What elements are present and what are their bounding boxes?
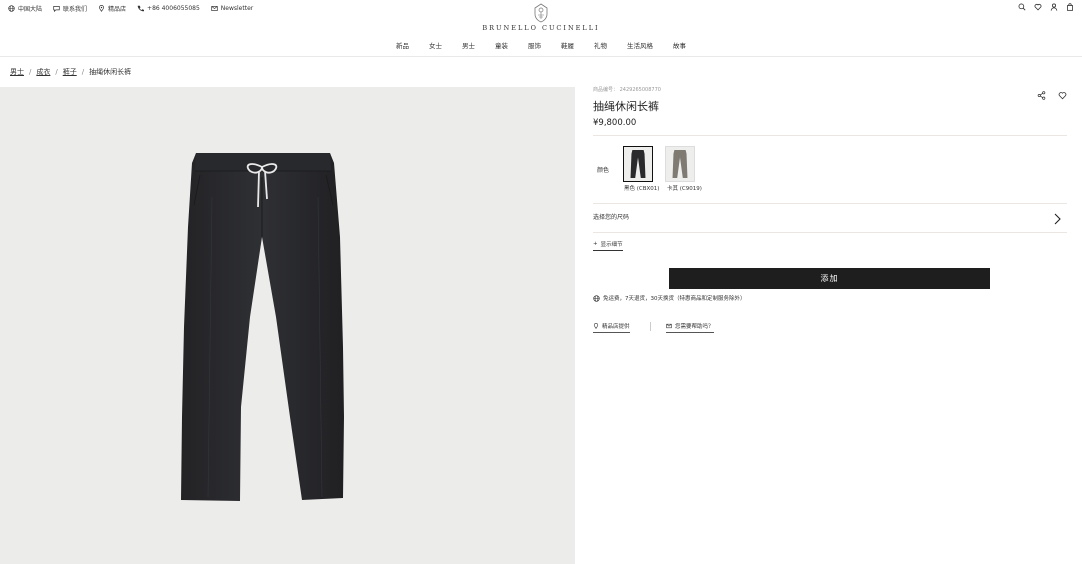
heart-icon[interactable] — [1034, 3, 1042, 11]
color-swatch-label: 黑色 (CBX01) — [624, 186, 660, 192]
user-icon[interactable] — [1050, 3, 1058, 11]
stores-link[interactable]: 精品店 — [98, 4, 126, 13]
breadcrumb-current: 抽绳休闲长裤 — [89, 68, 132, 76]
product-code: 商品编号： 2429265008770 — [593, 87, 661, 93]
divider — [593, 135, 1067, 136]
breadcrumb-separator: / — [29, 68, 32, 76]
product-title: 抽绳休闲长裤 — [593, 100, 659, 113]
phone-icon — [137, 5, 145, 12]
divider — [593, 232, 1067, 233]
region-selector[interactable]: 中国大陆 — [8, 4, 42, 13]
link-separator — [650, 322, 651, 331]
location-pin-icon — [98, 4, 105, 12]
shipping-info: 免运费，7天退货，30天换货（特惠商品和定制服务除外） — [593, 294, 746, 302]
nav-item-new[interactable]: 新品 — [386, 40, 419, 50]
nav-item-lifestyle[interactable]: 生活风格 — [617, 40, 663, 50]
header-divider — [0, 56, 1082, 57]
breadcrumb-trousers[interactable]: 裤子 — [63, 67, 77, 77]
help-link[interactable]: 您需要帮助吗？ — [666, 322, 714, 333]
phone-label: +86 4006055085 — [147, 4, 200, 12]
search-icon[interactable] — [1018, 3, 1026, 11]
phone-link[interactable]: +86 4006055085 — [137, 5, 200, 12]
wishlist-heart-icon[interactable] — [1058, 85, 1067, 100]
region-label: 中国大陆 — [18, 5, 43, 13]
plus-icon: + — [593, 241, 598, 247]
mail-icon — [211, 5, 218, 12]
globe-icon — [8, 4, 15, 12]
store-availability-label: 精品店提供 — [602, 324, 630, 330]
main-nav: 新品 女士 男士 童装 服饰 鞋履 礼物 生活风格 故事 — [0, 40, 1082, 50]
share-icon[interactable] — [1037, 85, 1046, 100]
store-availability-link[interactable]: 精品店提供 — [593, 322, 630, 333]
product-price: ¥9,800.00 — [593, 118, 637, 128]
nav-item-shoes[interactable]: 鞋履 — [551, 40, 584, 50]
utility-bar: 中国大陆 联系我们 精品店 +86 4006055085 Newsletter — [8, 3, 253, 13]
color-label: 颜色 — [597, 167, 610, 174]
breadcrumb: 男士 / 成衣 / 裤子 / 抽绳休闲长裤 — [10, 67, 131, 77]
nav-item-stories[interactable]: 故事 — [663, 40, 696, 50]
brand-wordmark[interactable]: BRUNELLO CUCINELLI — [441, 24, 641, 32]
show-details-link[interactable]: + 显示细节 — [593, 240, 623, 251]
breadcrumb-separator: / — [81, 68, 85, 76]
nav-item-accessories[interactable]: 服饰 — [518, 40, 551, 50]
size-selector[interactable]: 选择您的尺码 — [593, 212, 629, 221]
header-actions — [1018, 3, 1074, 11]
help-label: 您需要帮助吗？ — [675, 324, 714, 330]
nav-item-men[interactable]: 男士 — [452, 40, 485, 50]
trousers-image — [181, 153, 344, 501]
color-swatch-black[interactable] — [623, 146, 653, 182]
chevron-right-icon[interactable] — [1052, 210, 1062, 225]
add-to-bag-button[interactable]: 添加 — [669, 268, 990, 289]
product-image[interactable] — [0, 87, 575, 564]
nav-item-kids[interactable]: 童装 — [485, 40, 518, 50]
shipping-globe-icon — [593, 294, 600, 302]
nav-item-gifts[interactable]: 礼物 — [584, 40, 617, 50]
bag-icon[interactable] — [1066, 3, 1074, 11]
color-swatch-khaki[interactable] — [665, 146, 695, 182]
show-details-label: 显示细节 — [600, 242, 623, 248]
breadcrumb-men[interactable]: 男士 — [10, 67, 24, 77]
chat-icon — [53, 5, 60, 12]
contact-link[interactable]: 联系我们 — [53, 4, 87, 13]
contact-label: 联系我们 — [63, 5, 88, 13]
nav-item-women[interactable]: 女士 — [419, 40, 452, 50]
divider — [593, 203, 1067, 204]
breadcrumb-separator: / — [55, 68, 58, 76]
color-swatch-label: 卡其 (C9019) — [667, 186, 702, 192]
newsletter-link[interactable]: Newsletter — [211, 5, 253, 12]
newsletter-label: Newsletter — [220, 4, 254, 12]
shipping-text: 免运费，7天退货，30天换货（特惠商品和定制服务除外） — [603, 296, 746, 302]
brand-logo-icon[interactable] — [533, 3, 549, 23]
breadcrumb-clothing[interactable]: 成衣 — [36, 67, 50, 77]
stores-label: 精品店 — [108, 5, 127, 13]
mail-icon — [666, 323, 672, 329]
location-pin-icon — [593, 323, 599, 329]
